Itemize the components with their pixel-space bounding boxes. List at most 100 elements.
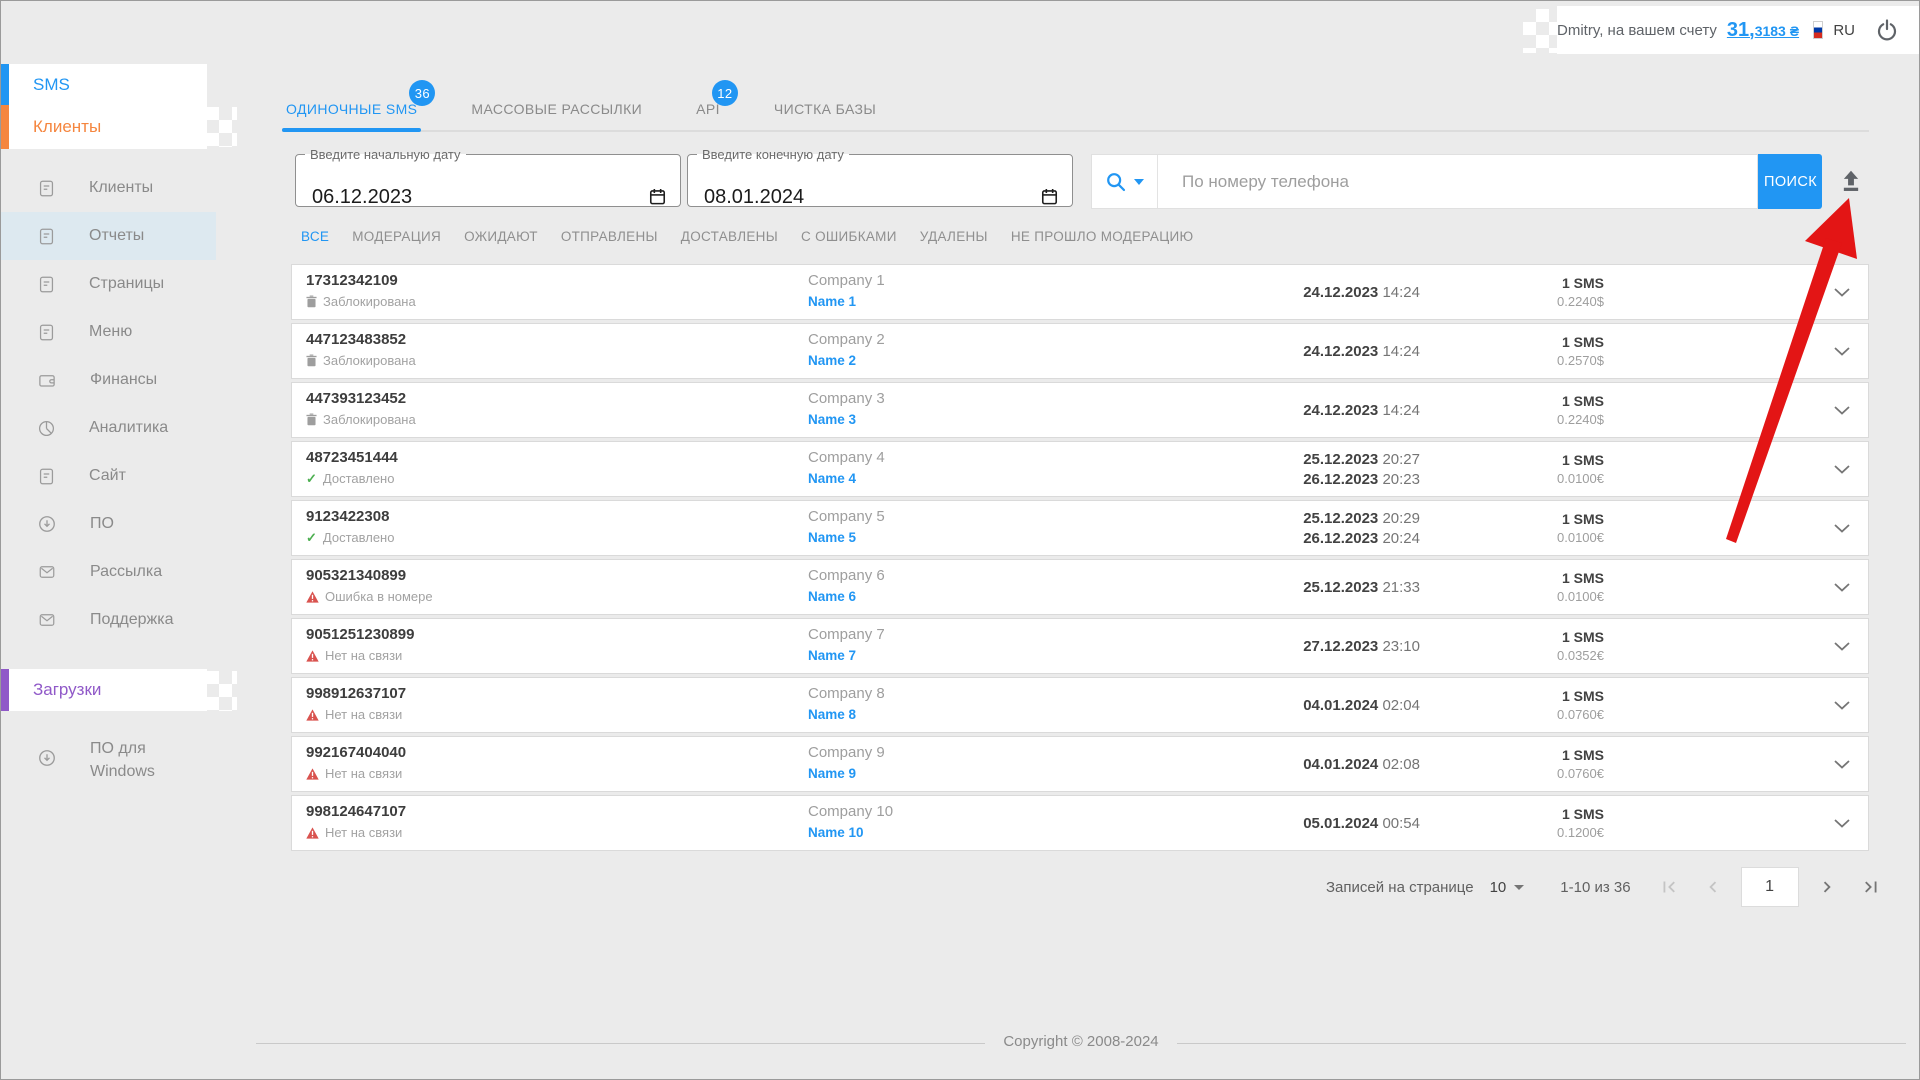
status-tab-1[interactable]: МОДЕРАЦИЯ xyxy=(352,229,441,244)
sidebar-item-9[interactable]: Поддержка xyxy=(1,596,216,644)
expand-row-button[interactable] xyxy=(1832,521,1852,535)
sidebar-item-label: Рассылка xyxy=(90,563,163,580)
expand-row-button[interactable] xyxy=(1832,403,1852,417)
phone-cell: 17312342109 Заблокирована xyxy=(306,272,416,309)
sidebar-item-1[interactable]: Отчеты xyxy=(1,212,216,260)
table-row[interactable]: 998912637107 Нет на связи Company 8 Name… xyxy=(291,677,1869,733)
sender-name-link[interactable]: Name 10 xyxy=(808,825,864,840)
message-time: 21:33 xyxy=(1382,578,1420,596)
warning-icon xyxy=(306,590,319,603)
last-page-button[interactable] xyxy=(1859,875,1883,899)
check-icon: ✓ xyxy=(306,471,317,486)
envelope-icon xyxy=(39,614,55,626)
expand-row-button[interactable] xyxy=(1832,757,1852,771)
company-label: Company 7 xyxy=(808,626,885,643)
phone-cell: 992167404040 Нет на связи xyxy=(306,744,406,781)
date-from-field[interactable]: Введите начальную дату 06.12.2023 xyxy=(295,147,681,209)
chevron-down-icon xyxy=(1834,287,1850,297)
per-page-select[interactable]: 10 xyxy=(1490,879,1525,896)
company-cell: Company 3 Name 3 xyxy=(808,390,885,429)
table-row[interactable]: 48723451444 ✓ Доставлено Company 4 Name 4… xyxy=(291,441,1869,497)
calendar-icon[interactable] xyxy=(648,187,667,211)
status-tab-6[interactable]: УДАЛЕНЫ xyxy=(920,229,988,244)
expand-row-button[interactable] xyxy=(1832,698,1852,712)
table-row[interactable]: 905321340899 Ошибка в номере Company 6 N… xyxy=(291,559,1869,615)
date-to-field[interactable]: Введите конечную дату 08.01.2024 xyxy=(687,147,1073,209)
power-icon xyxy=(1877,19,1897,41)
sender-name-link[interactable]: Name 8 xyxy=(808,707,856,722)
sidebar-item-7[interactable]: ПО xyxy=(1,500,216,548)
tab-1[interactable]: МАССОВЫЕ РАССЫЛКИ xyxy=(467,91,646,130)
sidebar-item-label: Страницы xyxy=(89,275,165,292)
message-date: 25.12.2023 xyxy=(1303,509,1379,527)
status-tab-0[interactable]: ВСЕ xyxy=(301,229,329,244)
current-page-box[interactable]: 1 xyxy=(1740,867,1799,907)
status-tab-2[interactable]: ОЖИДАЮТ xyxy=(464,229,538,244)
download-icon xyxy=(39,749,55,766)
sidebar-item-4[interactable]: Финансы xyxy=(1,356,216,404)
sidebar-item-0[interactable]: Клиенты xyxy=(1,164,216,212)
sidebar-item-5[interactable]: Аналитика xyxy=(1,404,216,452)
results-list: 17312342109 Заблокирована Company 1 Name… xyxy=(291,264,1869,854)
tab-3[interactable]: ЧИСТКА БАЗЫ xyxy=(770,91,880,130)
expand-row-button[interactable] xyxy=(1832,462,1852,476)
status-tab-3[interactable]: ОТПРАВЛЕНЫ xyxy=(561,229,658,244)
expand-row-button[interactable] xyxy=(1832,816,1852,830)
table-row[interactable]: 17312342109 Заблокирована Company 1 Name… xyxy=(291,264,1869,320)
sender-name-link[interactable]: Name 7 xyxy=(808,648,856,663)
sender-name-link[interactable]: Name 3 xyxy=(808,412,856,427)
sender-name-link[interactable]: Name 2 xyxy=(808,353,856,368)
sender-name-link[interactable]: Name 6 xyxy=(808,589,856,604)
date-to-value[interactable]: 08.01.2024 xyxy=(704,186,804,209)
status-tab-7[interactable]: НЕ ПРОШЛО МОДЕРАЦИЮ xyxy=(1011,229,1194,244)
sidebar-item-8[interactable]: Рассылка xyxy=(1,548,216,596)
sender-name-link[interactable]: Name 5 xyxy=(808,530,856,545)
sender-name-link[interactable]: Name 9 xyxy=(808,766,856,781)
status-tab-4[interactable]: ДОСТАВЛЕНЫ xyxy=(681,229,778,244)
chevron-down-icon xyxy=(1834,523,1850,533)
sender-name-link[interactable]: Name 4 xyxy=(808,471,856,486)
dates-cell: 25.12.2023 20:29 26.12.2023 20:24 xyxy=(1303,501,1420,555)
next-page-button[interactable] xyxy=(1815,875,1839,899)
sender-name-link[interactable]: Name 1 xyxy=(808,294,856,309)
russia-flag-icon[interactable] xyxy=(1813,21,1824,39)
phone-cell: 447393123452 Заблокирована xyxy=(306,390,416,427)
date-from-value[interactable]: 06.12.2023 xyxy=(312,186,412,209)
tab-0[interactable]: ОДИНОЧНЫЕ SMS 36 xyxy=(282,80,436,132)
table-row[interactable]: 447393123452 Заблокирована Company 3 Nam… xyxy=(291,382,1869,438)
phone-number: 998912637107 xyxy=(306,685,407,702)
sidebar-item-3[interactable]: Меню xyxy=(1,308,216,356)
table-row[interactable]: 447123483852 Заблокирована Company 2 Nam… xyxy=(291,323,1869,379)
phone-number: 447393123452 xyxy=(306,390,407,407)
calendar-icon[interactable] xyxy=(1040,187,1059,211)
expand-row-button[interactable] xyxy=(1832,580,1852,594)
language-selector[interactable]: RU xyxy=(1833,22,1855,39)
first-page-button xyxy=(1657,875,1681,899)
logout-button[interactable] xyxy=(1875,17,1899,43)
sidebar-item-label: Сайт xyxy=(89,467,126,484)
export-upload-button[interactable] xyxy=(1835,164,1867,198)
sidebar-item-2[interactable]: Страницы xyxy=(1,260,216,308)
sidebar-section-downloads[interactable]: Загрузки xyxy=(1,669,207,711)
expand-row-button[interactable] xyxy=(1832,344,1852,358)
tab-2[interactable]: API 12 xyxy=(692,80,738,130)
sidebar-item-po-windows[interactable]: ПО для Windows xyxy=(1,729,216,791)
sidebar-section-sms[interactable]: SMS xyxy=(1,64,207,105)
sidebar-section-clients[interactable]: Клиенты xyxy=(1,105,207,149)
sms-cost: 0.0100€ xyxy=(1557,589,1604,604)
search-input[interactable] xyxy=(1158,170,1757,193)
expand-row-button[interactable] xyxy=(1832,639,1852,653)
search-button[interactable]: ПОИСК xyxy=(1758,154,1822,209)
sms-cell: 1 SMS 0.2240$ xyxy=(1557,265,1604,319)
search-type-dropdown[interactable] xyxy=(1092,155,1158,208)
table-row[interactable]: 992167404040 Нет на связи Company 9 Name… xyxy=(291,736,1869,792)
table-row[interactable]: 9123422308 ✓ Доставлено Company 5 Name 5 … xyxy=(291,500,1869,556)
status-tab-5[interactable]: С ОШИБКАМИ xyxy=(801,229,897,244)
table-row[interactable]: 998124647107 Нет на связи Company 10 Nam… xyxy=(291,795,1869,851)
message-time: 00:54 xyxy=(1382,814,1420,832)
balance-link[interactable]: 31,3183 ₴ xyxy=(1727,19,1799,42)
phone-number: 9123422308 xyxy=(306,508,390,525)
expand-row-button[interactable] xyxy=(1832,285,1852,299)
sidebar-item-6[interactable]: Сайт xyxy=(1,452,216,500)
table-row[interactable]: 9051251230899 Нет на связи Company 7 Nam… xyxy=(291,618,1869,674)
